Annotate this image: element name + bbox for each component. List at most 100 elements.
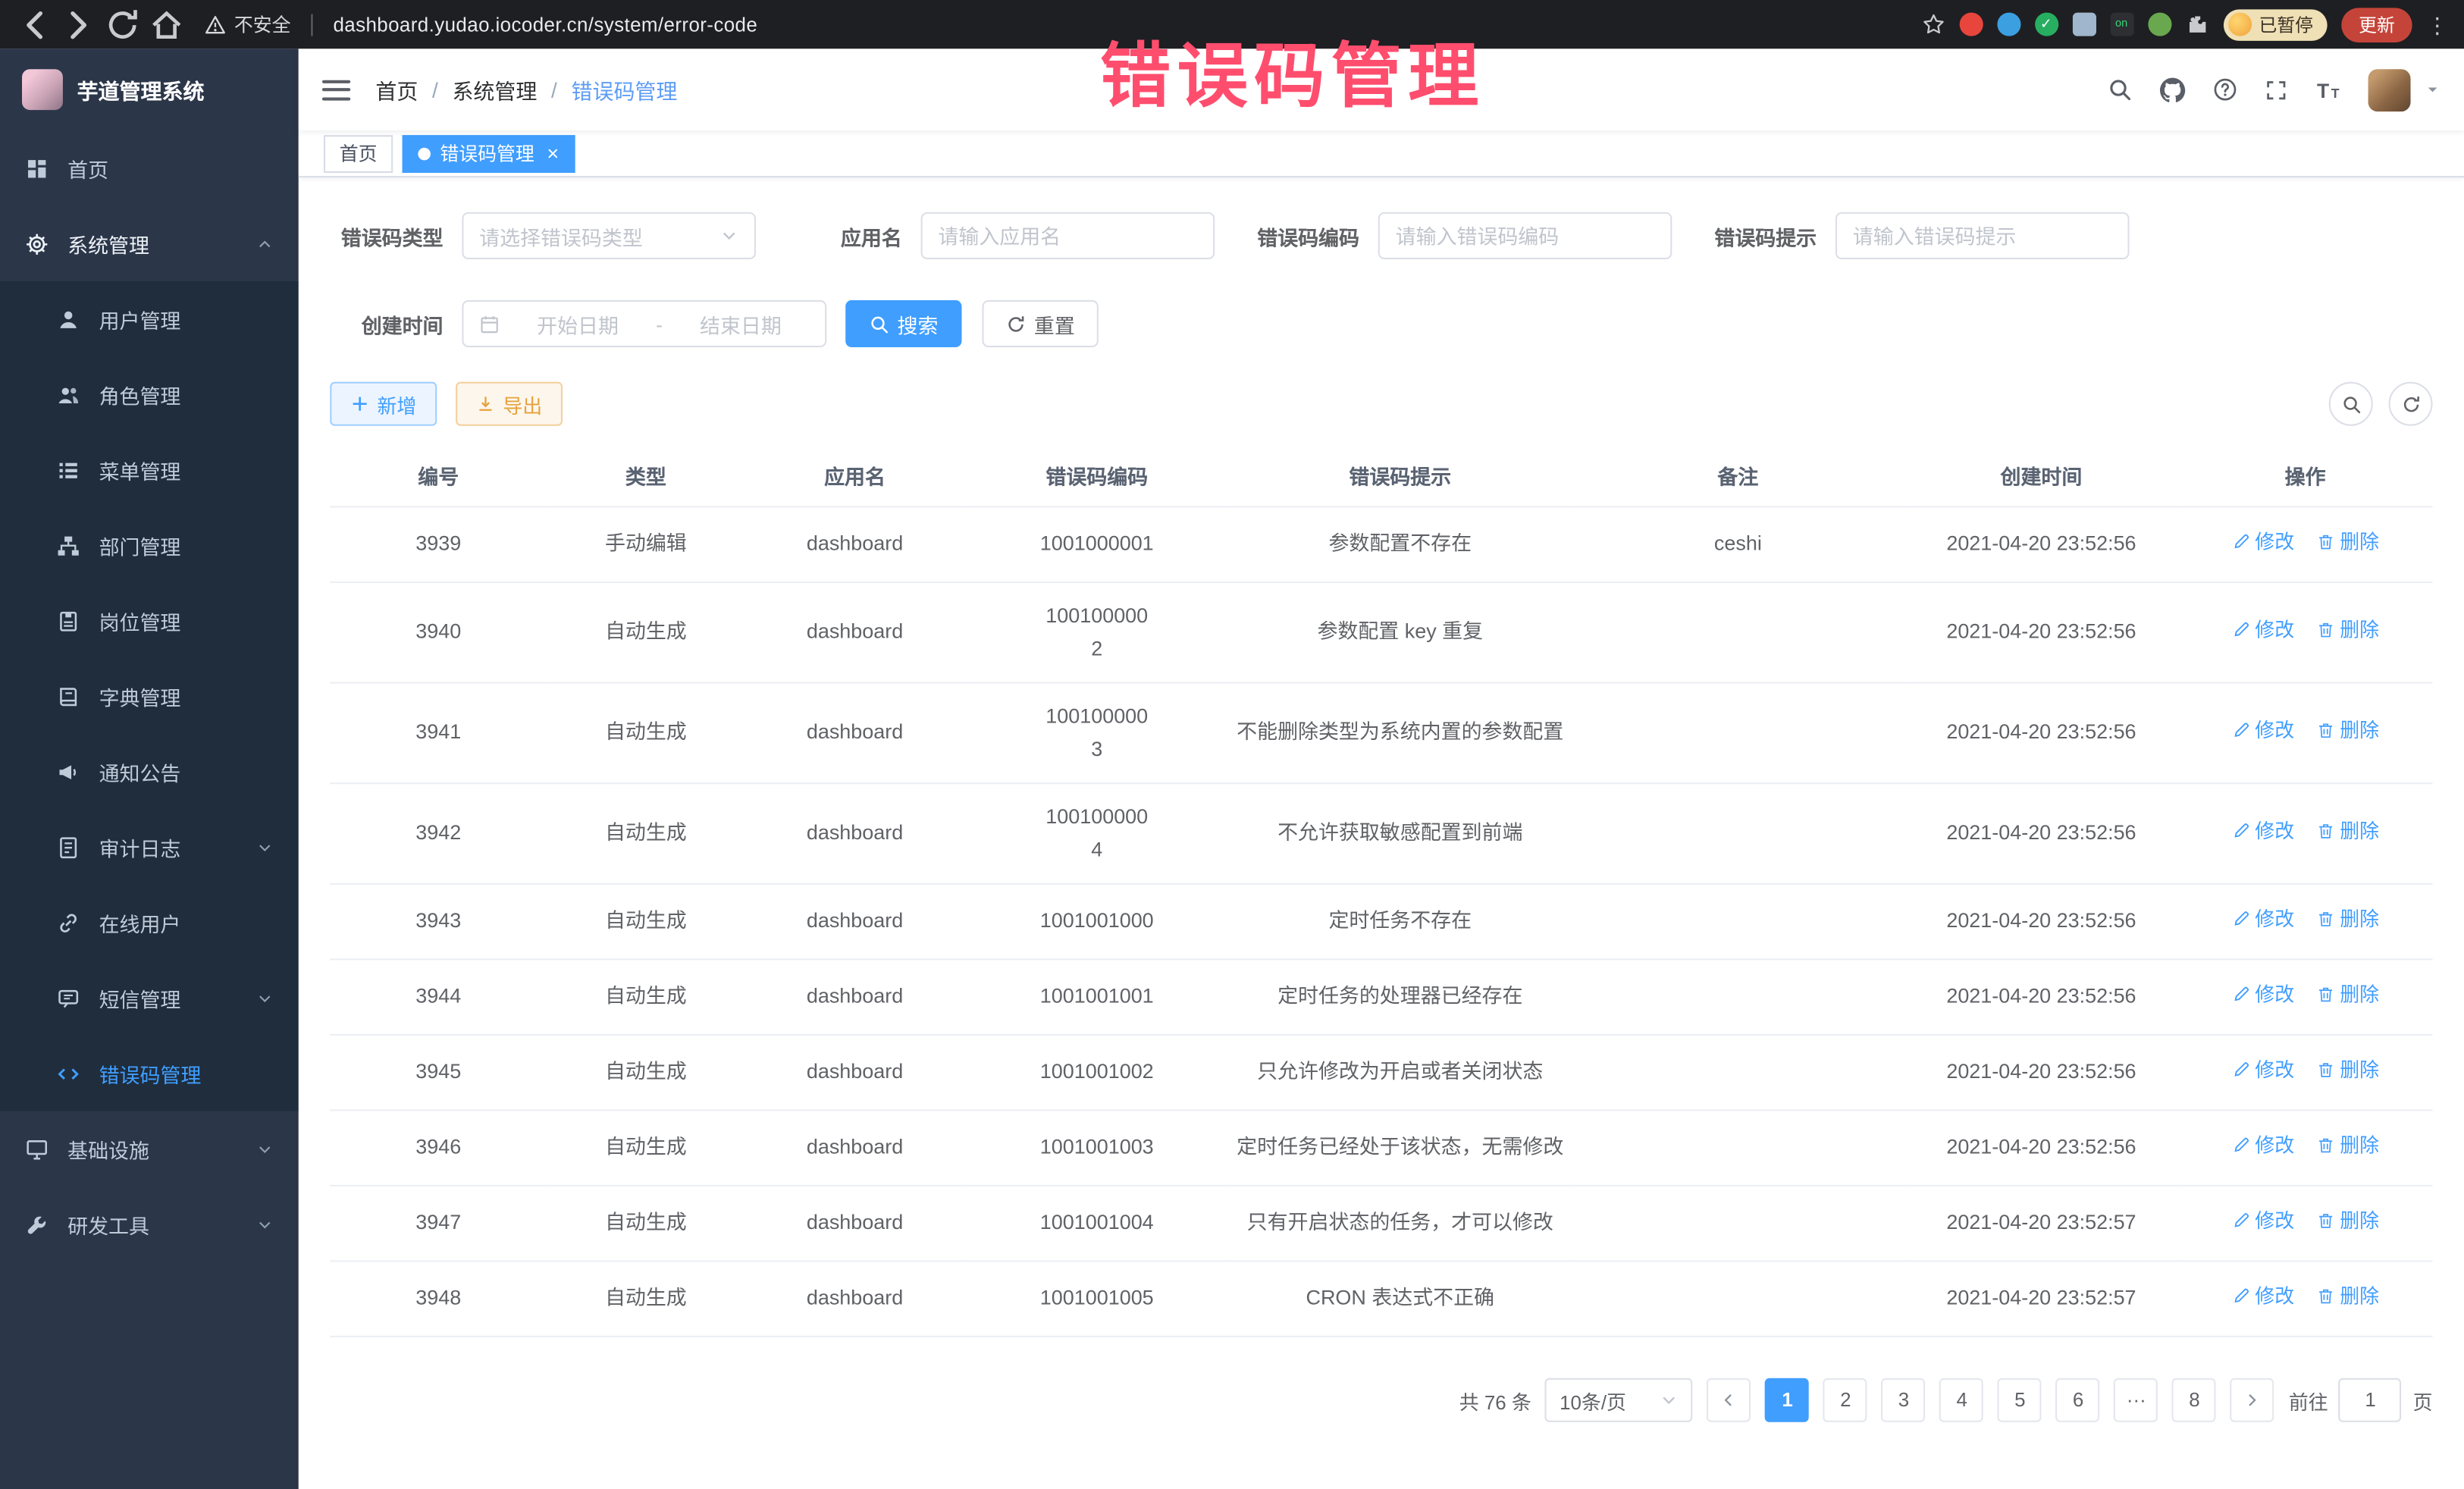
tag-home[interactable]: 首页 — [324, 134, 393, 172]
browser-home-icon[interactable] — [148, 5, 186, 43]
table-row: 3942自动生成dashboard1001000004不允许获取敏感配置到前端2… — [330, 783, 2432, 884]
browser-reload-icon[interactable] — [104, 5, 142, 43]
page-button-5[interactable]: 5 — [1998, 1378, 2042, 1422]
export-button[interactable]: 导出 — [456, 382, 563, 426]
cell-remark — [1572, 1110, 1904, 1185]
url-text[interactable]: dashboard.yudao.iocoder.cn/system/error-… — [333, 14, 757, 36]
sidebar-item-post-management[interactable]: 岗位管理 — [0, 583, 299, 658]
page-button-2[interactable]: 2 — [1823, 1378, 1867, 1422]
sidebar-item-sms-management[interactable]: 短信管理 — [0, 960, 299, 1035]
browser-forward-icon[interactable] — [60, 5, 98, 43]
table-row: 3939手动编辑dashboard1001000001参数配置不存在ceshi2… — [330, 506, 2432, 581]
extension-icon-contacts[interactable] — [2072, 13, 2096, 36]
table-header-row: 编号类型应用名错误码编码错误码提示备注创建时间操作 — [330, 445, 2432, 507]
cell-created: 2021-04-20 23:52:56 — [1904, 1110, 2178, 1185]
cell-code: 1001001005 — [965, 1261, 1229, 1336]
edit-button[interactable]: 修改 — [2231, 1130, 2294, 1161]
delete-button[interactable]: 删除 — [2316, 1281, 2379, 1312]
sidebar-item-notice-announcement[interactable]: 通知公告 — [0, 734, 299, 809]
sidebar-item-menu-management[interactable]: 菜单管理 — [0, 432, 299, 507]
page-button-6[interactable]: 6 — [2056, 1378, 2100, 1422]
prev-page-button[interactable] — [1707, 1378, 1751, 1422]
sidebar-item-system-management[interactable]: 系统管理 — [0, 206, 299, 281]
breadcrumb-current: 错误码管理 — [571, 74, 677, 105]
delete-button[interactable]: 删除 — [2316, 715, 2379, 746]
font-size-icon[interactable]: TT — [2315, 77, 2341, 103]
error-hint-input[interactable] — [1853, 224, 2112, 247]
goto-page-input[interactable] — [2339, 1378, 2402, 1422]
sidebar-item-error-code-management[interactable]: 错误码管理 — [0, 1036, 299, 1111]
extension-icon-green-check[interactable]: ✓ — [2034, 13, 2058, 36]
edit-button[interactable]: 修改 — [2231, 904, 2294, 935]
tag-error-code-management[interactable]: 错误码管理 × — [403, 134, 575, 172]
next-page-button[interactable] — [2230, 1378, 2274, 1422]
sidebar-item-dept-management[interactable]: 部门管理 — [0, 507, 299, 582]
page-button-1[interactable]: 1 — [1766, 1378, 1810, 1422]
refresh-table-button[interactable] — [2389, 382, 2433, 426]
edit-button[interactable]: 修改 — [2231, 979, 2294, 1010]
date-range-picker[interactable]: 开始日期 - 结束日期 — [462, 300, 826, 347]
search-button[interactable]: 搜索 — [845, 300, 961, 347]
trash-icon — [2316, 910, 2335, 929]
sidebar-item-infrastructure[interactable]: 基础设施 — [0, 1111, 299, 1186]
toggle-search-button[interactable] — [2329, 382, 2373, 426]
sidebar-item-dict-management[interactable]: 字典管理 — [0, 658, 299, 733]
extension-icon-blue[interactable] — [1996, 13, 2020, 36]
edit-button[interactable]: 修改 — [2231, 816, 2294, 847]
help-icon[interactable] — [2212, 77, 2237, 102]
browser-back-icon[interactable] — [16, 5, 54, 43]
edit-button[interactable]: 修改 — [2231, 1281, 2294, 1312]
edit-button[interactable]: 修改 — [2231, 615, 2294, 646]
page-button-3[interactable]: 3 — [1882, 1378, 1926, 1422]
extension-icon-on[interactable]: on — [2110, 13, 2133, 36]
sidebar-submenu: 用户管理角色管理菜单管理部门管理岗位管理字典管理通知公告审计日志在线用户短信管理… — [0, 281, 299, 1111]
security-indicator[interactable]: 不安全 — [204, 11, 290, 38]
delete-button[interactable]: 删除 — [2316, 1130, 2379, 1161]
reset-button[interactable]: 重置 — [982, 300, 1098, 347]
edit-button[interactable]: 修改 — [2231, 1055, 2294, 1086]
add-button[interactable]: 新增 — [330, 382, 437, 426]
profile-paused-label: 已暂停 — [2259, 12, 2314, 37]
browser-menu-icon[interactable]: ⋮ — [2426, 14, 2448, 36]
edit-button[interactable]: 修改 — [2231, 715, 2294, 746]
delete-button[interactable]: 删除 — [2316, 979, 2379, 1010]
page-size-select[interactable]: 10条/页 — [1545, 1378, 1693, 1422]
error-code-type-select[interactable]: 请选择错误码类型 — [462, 212, 756, 259]
delete-button[interactable]: 删除 — [2316, 1055, 2379, 1086]
delete-button[interactable]: 删除 — [2316, 904, 2379, 935]
page-button-8[interactable]: 8 — [2172, 1378, 2216, 1422]
github-icon[interactable] — [2159, 77, 2186, 103]
page-more-button[interactable]: ··· — [2114, 1378, 2158, 1422]
browser-update-button[interactable]: 更新 — [2341, 7, 2412, 42]
bookmark-star-icon[interactable] — [1921, 13, 1945, 36]
search-button-label: 搜索 — [898, 309, 939, 338]
fullscreen-icon[interactable] — [2265, 78, 2288, 102]
error-code-input[interactable] — [1396, 224, 1655, 247]
app-logo[interactable]: 芋道管理系统 — [0, 49, 299, 130]
delete-button[interactable]: 删除 — [2316, 1205, 2379, 1237]
sidebar-item-role-management[interactable]: 角色管理 — [0, 357, 299, 432]
app-name-input[interactable] — [938, 224, 1197, 247]
tag-close-icon[interactable]: × — [547, 143, 559, 164]
sidebar-item-user-management[interactable]: 用户管理 — [0, 281, 299, 356]
delete-button[interactable]: 删除 — [2316, 816, 2379, 847]
hamburger-icon[interactable] — [322, 80, 350, 100]
extensions-puzzle-icon[interactable] — [2185, 13, 2209, 36]
sidebar-item-dev-tools[interactable]: 研发工具 — [0, 1186, 299, 1262]
extension-icon-red[interactable] — [1959, 13, 1983, 36]
user-avatar[interactable] — [2368, 68, 2411, 111]
edit-button[interactable]: 修改 — [2231, 527, 2294, 558]
breadcrumb-home[interactable]: 首页 — [375, 74, 418, 105]
page-button-4[interactable]: 4 — [1940, 1378, 1984, 1422]
profile-paused-badge[interactable]: 已暂停 — [2223, 8, 2328, 39]
caret-down-icon[interactable] — [2425, 82, 2440, 98]
header-search-icon[interactable] — [2107, 77, 2132, 102]
extension-icon-leaf[interactable] — [2147, 13, 2171, 36]
delete-button[interactable]: 删除 — [2316, 527, 2379, 558]
breadcrumb-system[interactable]: 系统管理 — [452, 74, 537, 105]
delete-button[interactable]: 删除 — [2316, 615, 2379, 646]
sidebar-item-online-users[interactable]: 在线用户 — [0, 885, 299, 960]
edit-button[interactable]: 修改 — [2231, 1205, 2294, 1237]
sidebar-item-audit-log[interactable]: 审计日志 — [0, 809, 299, 884]
sidebar-item-home[interactable]: 首页 — [0, 130, 299, 205]
